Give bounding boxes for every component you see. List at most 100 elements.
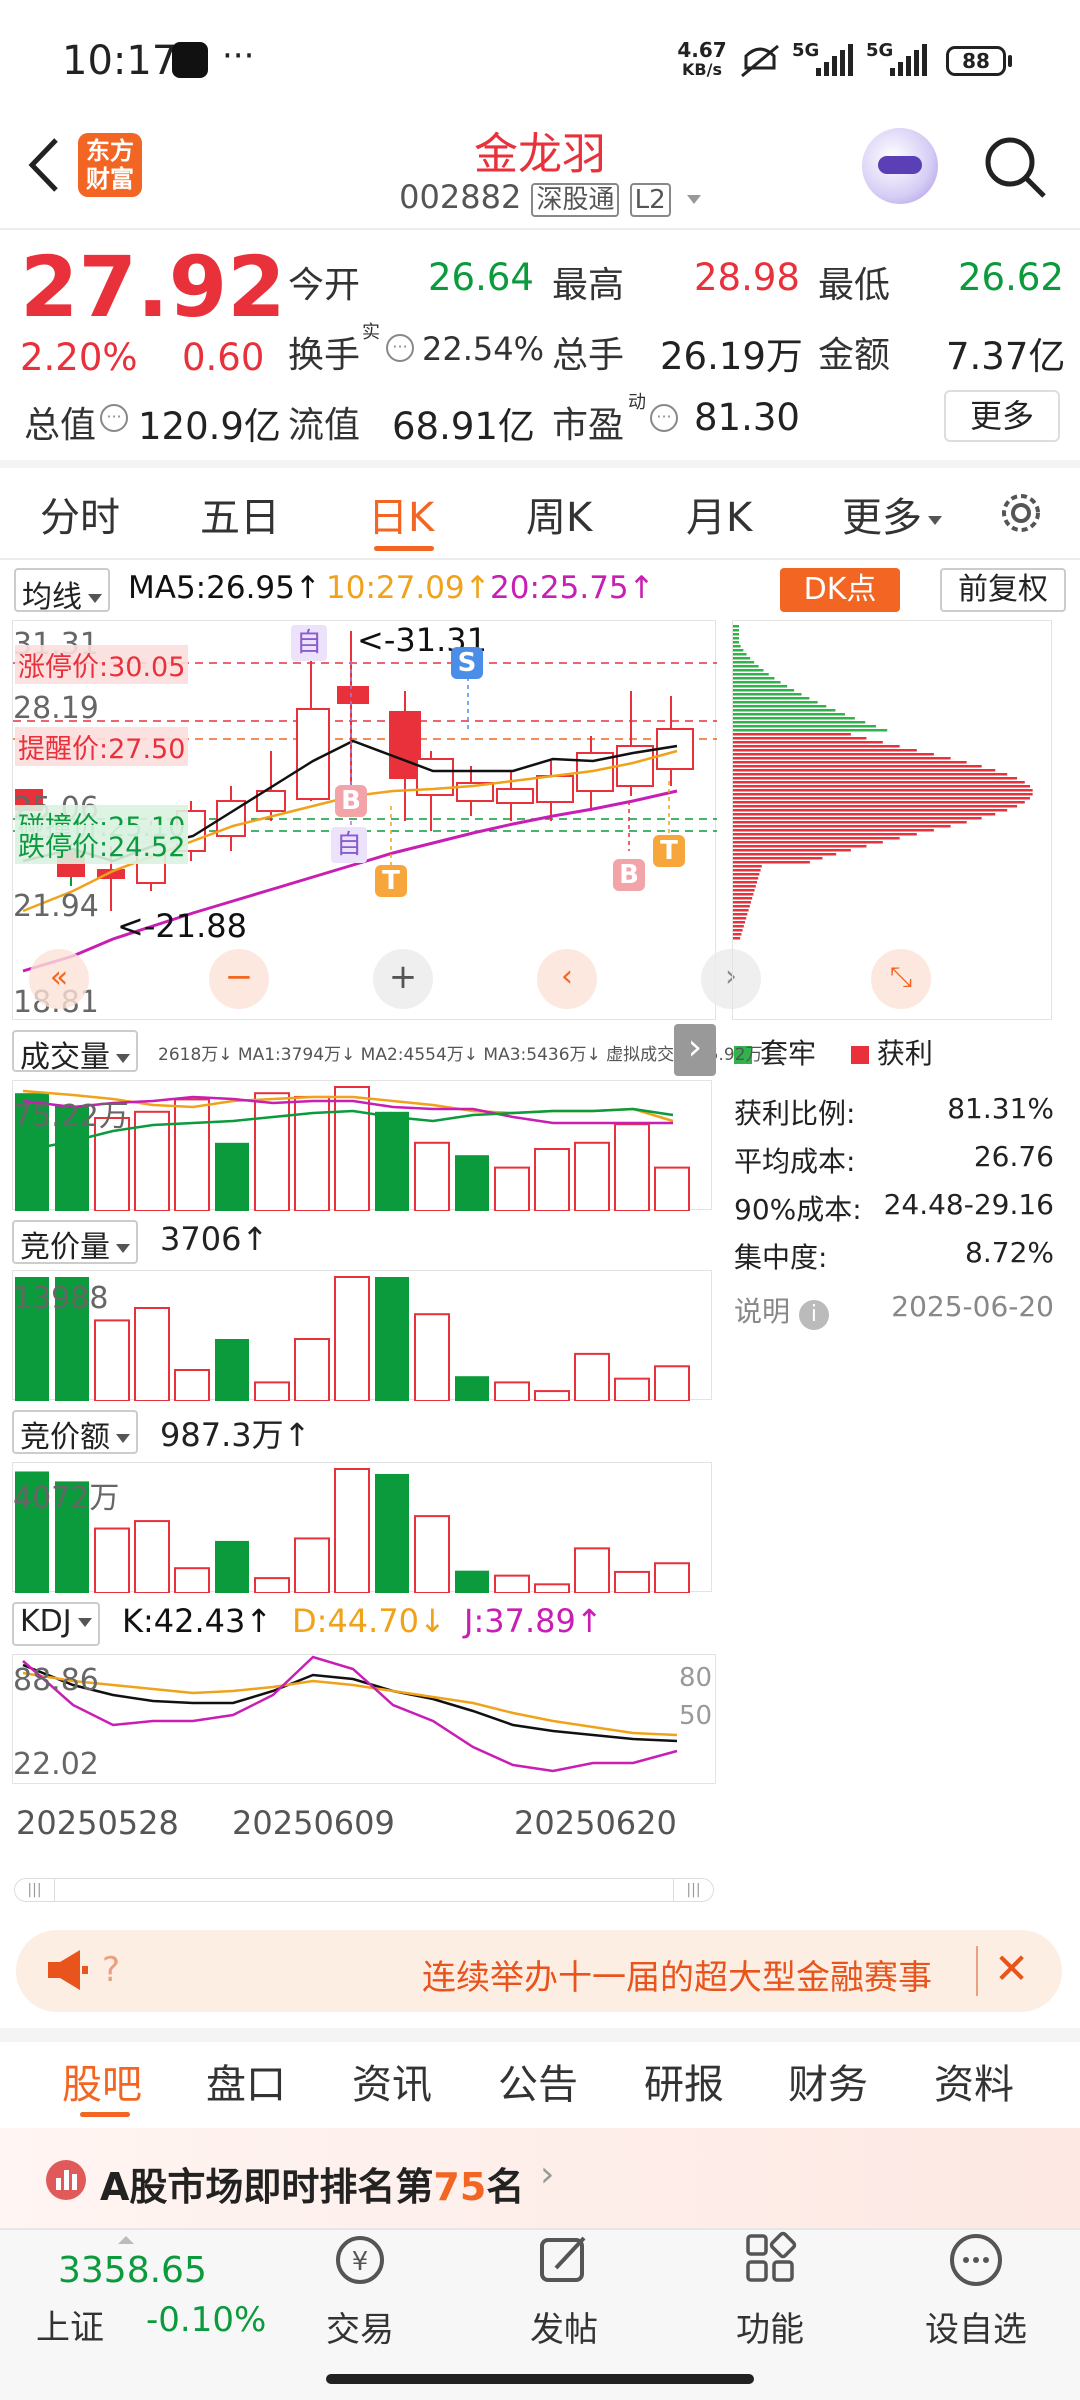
chip-note-row[interactable]: 说明 i 2025-06-20 bbox=[734, 1290, 1054, 1338]
pe-label: 市盈 bbox=[552, 405, 625, 446]
sell-badge[interactable]: S bbox=[451, 647, 483, 679]
status-bar: 10:17 ··· 4.67 KB/s 5G 5G 88 bbox=[0, 0, 1080, 120]
buy-badge[interactable]: B bbox=[613, 859, 645, 891]
nav-trade[interactable]: ¥ 交易 bbox=[290, 2230, 430, 2351]
chip-bar bbox=[733, 785, 1031, 788]
volume-selector[interactable]: 成交量 bbox=[12, 1030, 138, 1075]
amount-value: 7.37亿 bbox=[946, 335, 1066, 378]
auction-amount-bar bbox=[334, 1468, 370, 1594]
ranking-row[interactable]: A股市场即时排名第75名 › bbox=[0, 2128, 1080, 2228]
auction-amount-bar bbox=[174, 1567, 210, 1594]
scroll-left-handle[interactable]: ||| bbox=[15, 1879, 55, 1901]
back-button[interactable] bbox=[18, 130, 68, 200]
chip-bar bbox=[733, 877, 759, 880]
chip-bar bbox=[733, 805, 1018, 808]
chip-bar bbox=[733, 845, 867, 848]
t-badge[interactable]: T bbox=[375, 865, 407, 897]
legend-trapped: 套牢 bbox=[760, 1037, 817, 1070]
stock-code-row[interactable]: 002882 深股通 L2 bbox=[390, 178, 710, 217]
index-value[interactable]: 3358.65 bbox=[58, 2250, 207, 2291]
more-notifications-icon: ··· bbox=[222, 36, 255, 76]
signal-icon-2 bbox=[890, 44, 927, 76]
tab-intraday[interactable]: 分时 bbox=[40, 485, 120, 543]
auction-amount-bar bbox=[134, 1520, 170, 1594]
auction-volume-bar bbox=[414, 1313, 450, 1403]
tab-finance[interactable]: 财务 bbox=[788, 2052, 868, 2110]
expand-right-icon[interactable]: › bbox=[674, 1024, 716, 1076]
volume-bar bbox=[614, 1123, 650, 1213]
tab-monthly-k[interactable]: 月K bbox=[686, 485, 752, 543]
high-value: 28.98 bbox=[694, 256, 800, 299]
search-icon[interactable] bbox=[980, 132, 1050, 202]
tab-news[interactable]: 资讯 bbox=[352, 2052, 432, 2110]
info-icon[interactable]: i bbox=[798, 1300, 829, 1330]
legend-profit: 获利 bbox=[876, 1037, 933, 1070]
tab-more[interactable]: 更多 bbox=[842, 485, 942, 543]
info-dots-icon[interactable]: ··· bbox=[386, 334, 414, 362]
chip-bar bbox=[733, 733, 851, 736]
kdj-selector[interactable]: KDJ bbox=[12, 1602, 100, 1646]
megaphone-icon bbox=[48, 1950, 88, 1990]
chip-bar bbox=[733, 765, 982, 768]
chip-distribution-chart: ⤡ bbox=[732, 620, 1052, 1020]
chip-bar bbox=[733, 933, 742, 936]
self-select-badge[interactable]: 自 bbox=[331, 827, 367, 863]
turnover-label: 换手 bbox=[288, 335, 361, 376]
kdj-axis-top: 88.86 bbox=[13, 1663, 99, 1698]
info-dots-icon[interactable]: ··· bbox=[100, 404, 128, 432]
auction-amt-selector[interactable]: 竞价额 bbox=[12, 1410, 138, 1455]
tab-guba[interactable]: 股吧 bbox=[62, 2052, 142, 2110]
chip-bar bbox=[733, 705, 827, 708]
fast-back-button[interactable]: « bbox=[29, 949, 89, 1009]
kline-chart[interactable]: 31.31 28.19 25.06 21.94 18.81 涨停价:30.05 … bbox=[12, 620, 761, 1020]
auction-volume-bar bbox=[134, 1307, 170, 1402]
dk-point-button[interactable]: DK点 bbox=[780, 568, 900, 612]
expand-icon[interactable]: ⤡ bbox=[871, 949, 931, 1009]
tab-daily-k[interactable]: 日K bbox=[368, 485, 434, 543]
chart-range-scrollbar[interactable]: ||| ||| bbox=[14, 1878, 714, 1902]
change-amount: 0.60 bbox=[182, 336, 265, 379]
info-dots-icon[interactable]: ··· bbox=[650, 404, 678, 432]
chip-bar bbox=[733, 761, 967, 764]
ma-selector[interactable]: 均线 bbox=[14, 568, 110, 615]
promo-banner[interactable]: ? 连续举办十一届的超大型金融赛事 ✕ bbox=[16, 1930, 1062, 2012]
tab-five-day[interactable]: 五日 bbox=[200, 485, 280, 543]
chip-bar bbox=[733, 889, 755, 892]
kdj-k-value: K:42.43↑ bbox=[122, 1602, 273, 1640]
buy-badge[interactable]: B bbox=[335, 785, 367, 817]
volume-bar bbox=[254, 1092, 290, 1213]
nav-trade-label: 交易 bbox=[326, 2310, 394, 2350]
tab-profile[interactable]: 资料 bbox=[934, 2052, 1014, 2110]
volume-bar bbox=[334, 1086, 370, 1212]
tab-announcements[interactable]: 公告 bbox=[498, 2052, 578, 2110]
ma5-value: MA5:26.95↑ bbox=[128, 570, 321, 606]
auction-volume-bar bbox=[614, 1377, 650, 1402]
date-tick: 20250609 bbox=[232, 1804, 395, 1842]
prev-button[interactable]: ‹ bbox=[537, 949, 597, 1009]
auction-amount-bar bbox=[494, 1574, 530, 1594]
settings-gear-icon[interactable] bbox=[996, 488, 1046, 538]
scroll-right-handle[interactable]: ||| bbox=[673, 1879, 713, 1901]
nav-post[interactable]: 发帖 bbox=[494, 2230, 634, 2351]
tab-research[interactable]: 研报 bbox=[644, 2052, 724, 2110]
robot-assistant-icon[interactable] bbox=[862, 128, 938, 204]
auction-volume-bar bbox=[334, 1276, 370, 1402]
adjust-button[interactable]: 前复权 bbox=[940, 568, 1066, 612]
signal-icon-1 bbox=[816, 44, 853, 76]
tab-pankou[interactable]: 盘口 bbox=[206, 2052, 286, 2110]
close-icon[interactable]: ✕ bbox=[994, 1944, 1029, 1993]
nav-functions[interactable]: 功能 bbox=[700, 2230, 840, 2351]
nav-add-watchlist[interactable]: 设自选 bbox=[906, 2230, 1046, 2351]
t-badge[interactable]: T bbox=[653, 835, 685, 867]
chip-bar bbox=[733, 693, 802, 696]
auction-volume-bar bbox=[534, 1390, 570, 1403]
zoom-out-button[interactable]: − bbox=[209, 949, 269, 1009]
more-quote-button[interactable]: 更多 bbox=[944, 390, 1060, 442]
self-select-badge[interactable]: 自 bbox=[291, 625, 327, 661]
zoom-in-button[interactable]: + bbox=[373, 949, 433, 1009]
float-value: 68.91亿 bbox=[392, 405, 535, 448]
app-logo[interactable]: 东方 财富 bbox=[78, 133, 142, 197]
tab-weekly-k[interactable]: 周K bbox=[526, 485, 592, 543]
auction-vol-value: 3706↑ bbox=[160, 1220, 269, 1258]
auction-vol-selector[interactable]: 竞价量 bbox=[12, 1220, 138, 1265]
